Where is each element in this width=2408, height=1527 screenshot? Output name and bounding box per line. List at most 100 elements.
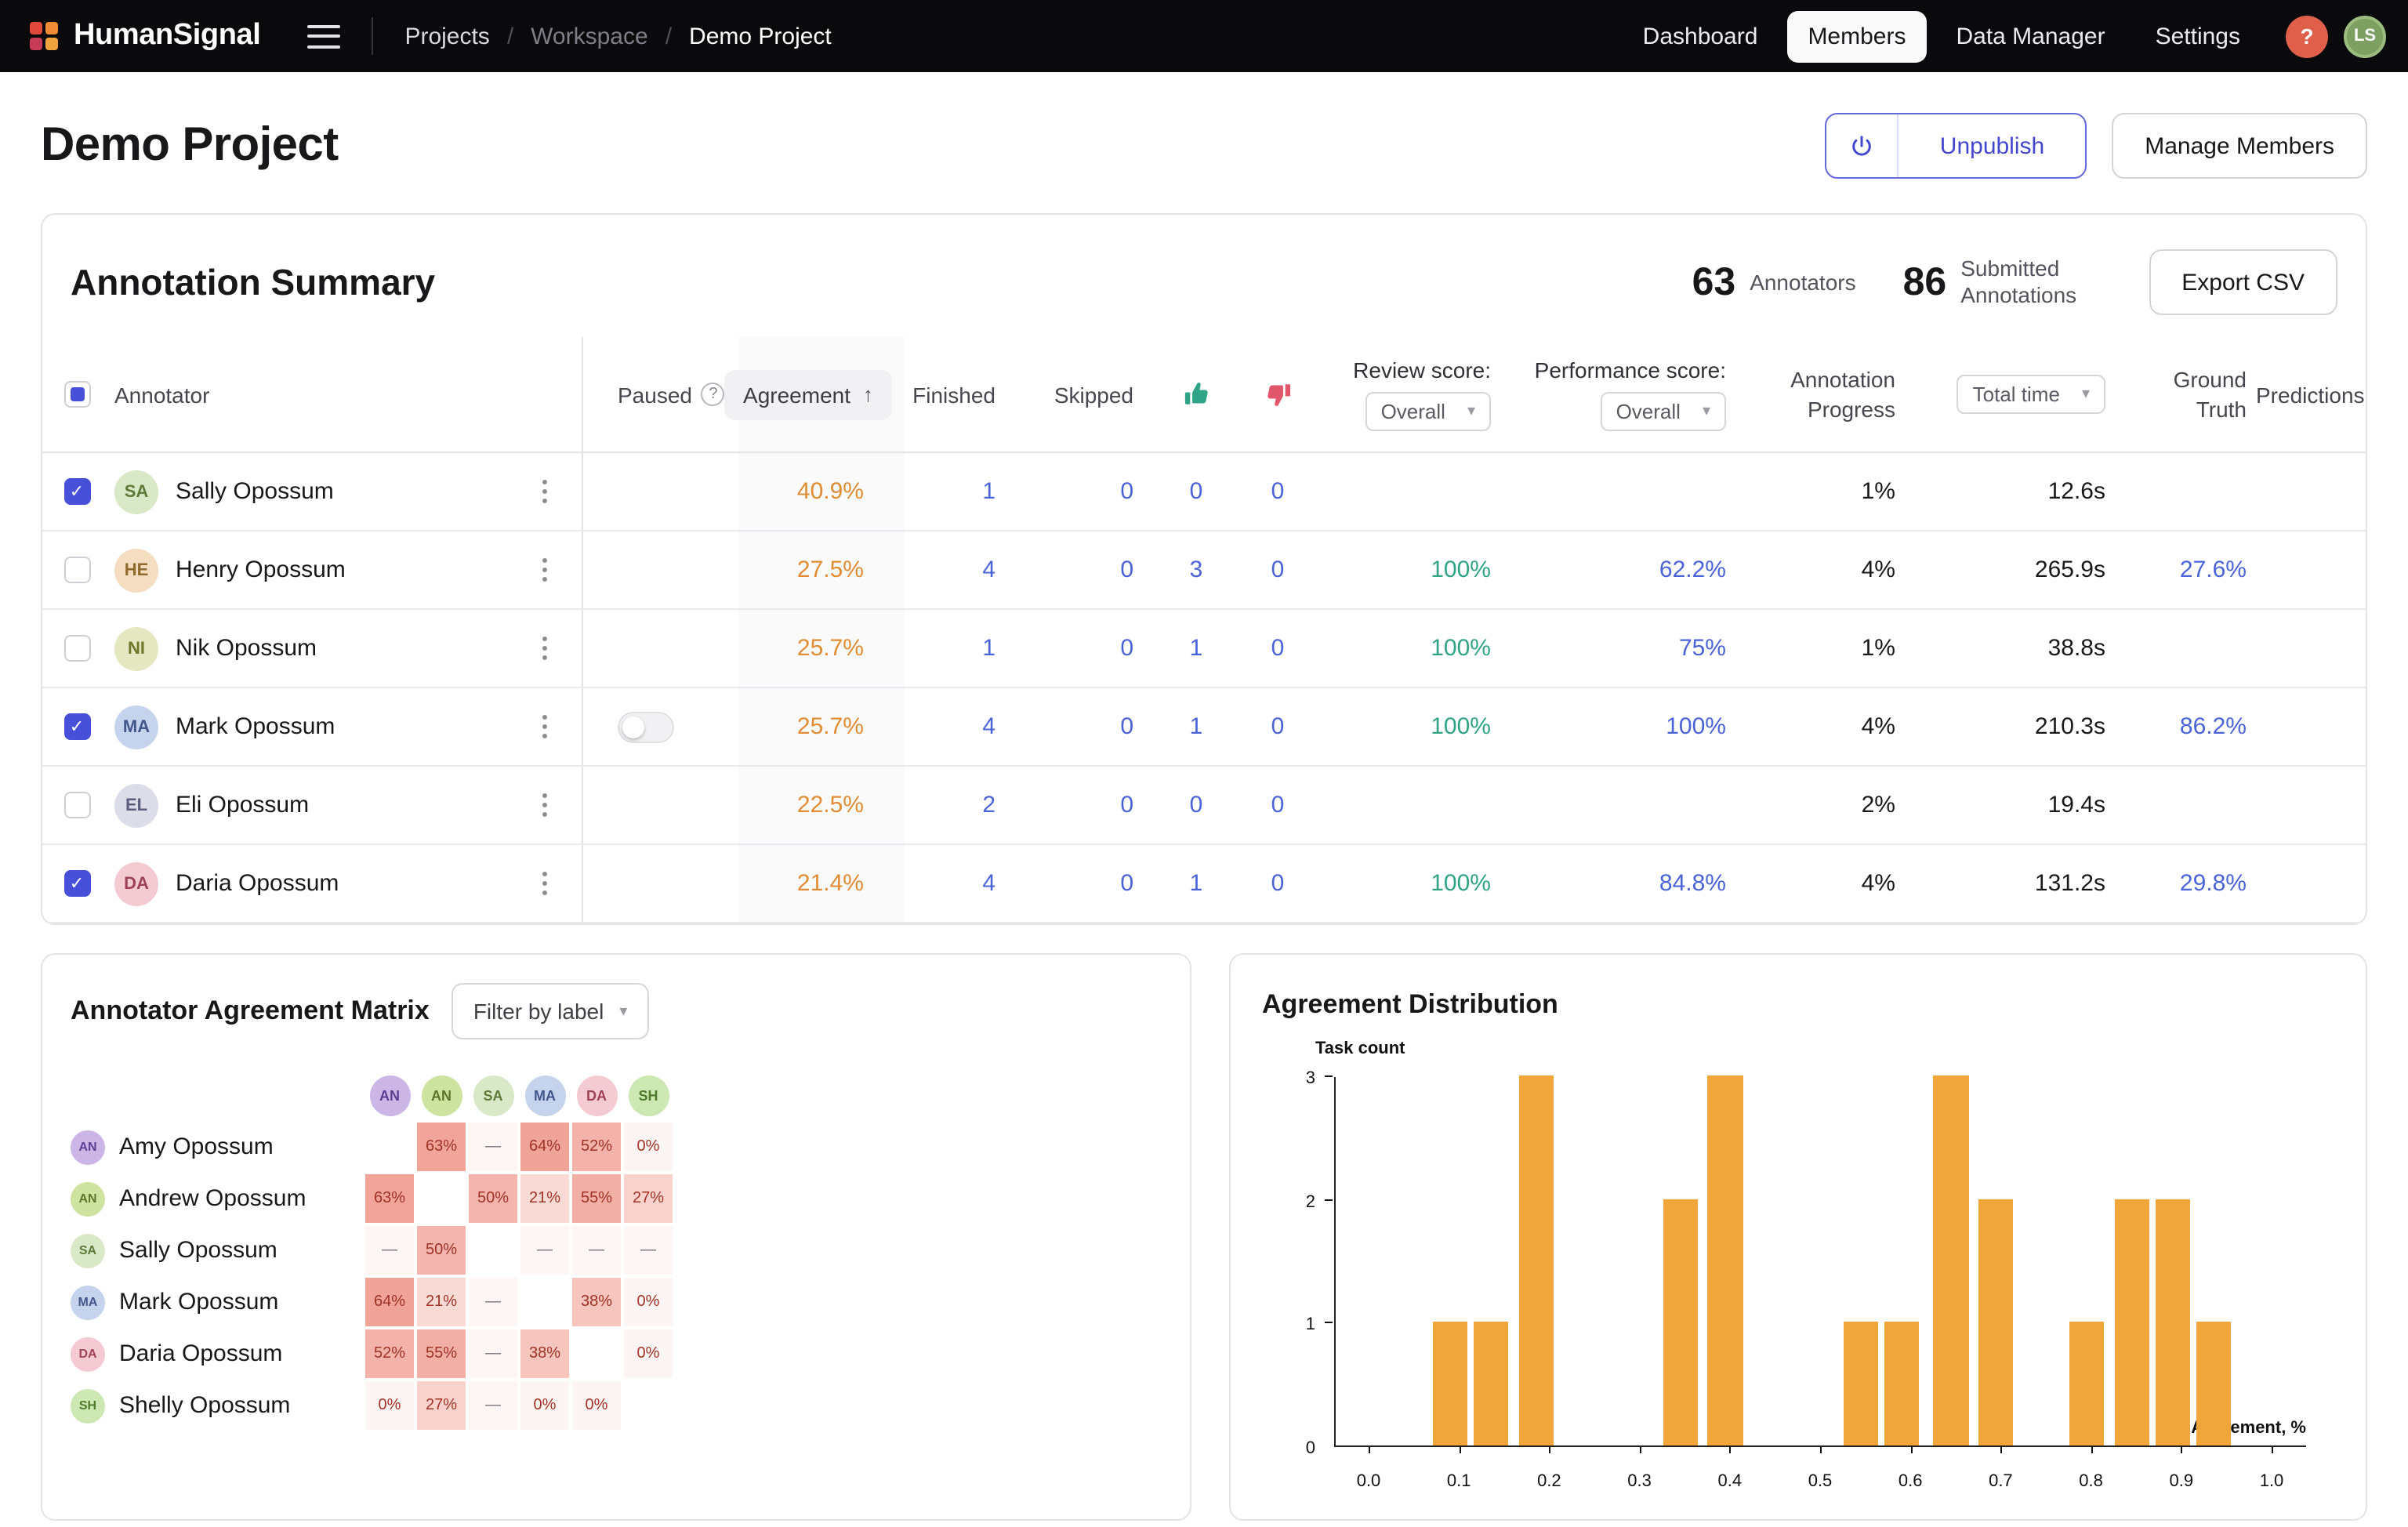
- histogram-bar: [1844, 1322, 1878, 1445]
- accepted-count[interactable]: 0: [1190, 478, 1203, 505]
- nav-item-dashboard[interactable]: Dashboard: [1623, 10, 1779, 62]
- skipped-count[interactable]: 0: [1120, 713, 1133, 740]
- review-score-value[interactable]: 100%: [1431, 870, 1491, 897]
- review-score-value[interactable]: 100%: [1431, 635, 1491, 662]
- matrix-row-label: SH Shelly Opossum: [71, 1388, 362, 1423]
- nav-item-settings[interactable]: Settings: [2135, 10, 2261, 62]
- review-score-value[interactable]: 100%: [1431, 557, 1491, 583]
- nav-item-data-manager[interactable]: Data Manager: [1935, 10, 2125, 62]
- matrix-cell: [417, 1174, 466, 1223]
- ground-truth-value[interactable]: 86.2%: [2180, 713, 2247, 740]
- filter-by-label-select[interactable]: Filter by label ▾: [452, 983, 650, 1039]
- finished-count[interactable]: 4: [982, 713, 995, 740]
- paused-help-icon[interactable]: ?: [702, 383, 725, 406]
- ground-truth-value[interactable]: 29.8%: [2180, 870, 2247, 897]
- annotator-name[interactable]: Daria Opossum: [176, 870, 339, 897]
- matrix-cell: [520, 1278, 569, 1326]
- skipped-count[interactable]: 0: [1120, 478, 1133, 505]
- finished-count[interactable]: 1: [982, 478, 995, 505]
- annotator-name[interactable]: Nik Opossum: [176, 635, 317, 662]
- hamburger-menu-icon[interactable]: [307, 24, 340, 48]
- performance-score-value[interactable]: 75%: [1679, 635, 1726, 662]
- accepted-count[interactable]: 0: [1190, 792, 1203, 818]
- matrix-cell: 64%: [520, 1123, 569, 1171]
- performance-score-value[interactable]: 62.2%: [1659, 557, 1726, 583]
- rejected-count[interactable]: 0: [1271, 713, 1285, 740]
- rejected-count[interactable]: 0: [1271, 635, 1285, 662]
- nav-item-members[interactable]: Members: [1787, 10, 1926, 62]
- unpublish-button[interactable]: Unpublish: [1826, 113, 2087, 179]
- row-menu-icon[interactable]: [542, 803, 546, 807]
- review-score-value[interactable]: 100%: [1431, 713, 1491, 740]
- matrix-row-label: DA Daria Opossum: [71, 1337, 362, 1371]
- annotator-name[interactable]: Sally Opossum: [176, 478, 334, 505]
- histogram-bar: [1663, 1199, 1697, 1445]
- breadcrumb-item[interactable]: Projects: [404, 23, 489, 49]
- accepted-count[interactable]: 1: [1190, 635, 1203, 662]
- performance-score-select[interactable]: Overall ▾: [1601, 392, 1726, 431]
- export-csv-button[interactable]: Export CSV: [2149, 249, 2337, 315]
- breadcrumb: Projects/Workspace/Demo Project: [404, 23, 831, 49]
- row-menu-icon[interactable]: [542, 568, 546, 572]
- performance-score-value[interactable]: 100%: [1666, 713, 1726, 740]
- column-agreement-sort[interactable]: Agreement ↑: [724, 369, 892, 419]
- select-all-checkbox[interactable]: [63, 381, 90, 408]
- skipped-count[interactable]: 0: [1120, 635, 1133, 662]
- total-time-select[interactable]: Total time ▾: [1957, 375, 2105, 414]
- column-thumbs-down: [1237, 337, 1318, 452]
- matrix-cell: 0%: [572, 1381, 621, 1430]
- performance-score-value[interactable]: 84.8%: [1659, 870, 1726, 897]
- skipped-count[interactable]: 0: [1120, 557, 1133, 583]
- accepted-count[interactable]: 1: [1190, 713, 1203, 740]
- y-tick-mark: [1325, 1075, 1333, 1077]
- row-checkbox[interactable]: [63, 792, 90, 818]
- x-tick-label: 0.9: [2169, 1472, 2193, 1491]
- row-menu-icon[interactable]: [542, 881, 546, 886]
- matrix-cell: 38%: [572, 1278, 621, 1326]
- rejected-count[interactable]: 0: [1271, 557, 1285, 583]
- row-menu-icon[interactable]: [542, 489, 546, 494]
- row-menu-icon[interactable]: [542, 724, 546, 729]
- annotator-name[interactable]: Henry Opossum: [176, 557, 346, 583]
- brand-logo[interactable]: HumanSignal: [28, 19, 260, 53]
- humansignal-logo-icon: [28, 20, 60, 52]
- paused-toggle[interactable]: [618, 711, 674, 742]
- chevron-down-icon: ▾: [1703, 403, 1710, 420]
- help-button[interactable]: ?: [2286, 15, 2328, 57]
- breadcrumb-item[interactable]: Demo Project: [689, 23, 832, 49]
- accepted-count[interactable]: 3: [1190, 557, 1203, 583]
- skipped-count[interactable]: 0: [1120, 792, 1133, 818]
- annotator-name[interactable]: Eli Opossum: [176, 792, 309, 818]
- column-annotator: Annotator: [114, 382, 209, 407]
- finished-count[interactable]: 4: [982, 557, 995, 583]
- row-checkbox[interactable]: [63, 713, 90, 740]
- annotation-progress-value: 4%: [1862, 713, 1895, 740]
- matrix-cell: —: [624, 1226, 673, 1275]
- user-avatar[interactable]: LS: [2344, 15, 2386, 57]
- row-checkbox[interactable]: [63, 478, 90, 505]
- accepted-count[interactable]: 1: [1190, 870, 1203, 897]
- skipped-count[interactable]: 0: [1120, 870, 1133, 897]
- finished-count[interactable]: 2: [982, 792, 995, 818]
- histogram-bar: [1934, 1075, 1968, 1445]
- row-checkbox[interactable]: [63, 635, 90, 662]
- annotator-name[interactable]: Mark Opossum: [176, 713, 335, 740]
- matrix-cell: 63%: [365, 1174, 414, 1223]
- row-menu-icon[interactable]: [542, 646, 546, 651]
- row-checkbox[interactable]: [63, 557, 90, 583]
- ground-truth-value[interactable]: 27.6%: [2180, 557, 2247, 583]
- bottom-section: Annotator Agreement Matrix Filter by lab…: [41, 953, 2367, 1521]
- x-tick-mark: [1369, 1447, 1370, 1453]
- y-tick-mark: [1325, 1322, 1333, 1324]
- finished-count[interactable]: 1: [982, 635, 995, 662]
- manage-members-button[interactable]: Manage Members: [2112, 113, 2367, 179]
- finished-count[interactable]: 4: [982, 870, 995, 897]
- rejected-count[interactable]: 0: [1271, 792, 1285, 818]
- row-checkbox[interactable]: [63, 870, 90, 897]
- review-score-select[interactable]: Overall ▾: [1365, 392, 1491, 431]
- rejected-count[interactable]: 0: [1271, 870, 1285, 897]
- matrix-row-avatar: MA: [71, 1285, 105, 1319]
- breadcrumb-item[interactable]: Workspace: [531, 23, 648, 49]
- rejected-count[interactable]: 0: [1271, 478, 1285, 505]
- matrix-cell: 21%: [520, 1174, 569, 1223]
